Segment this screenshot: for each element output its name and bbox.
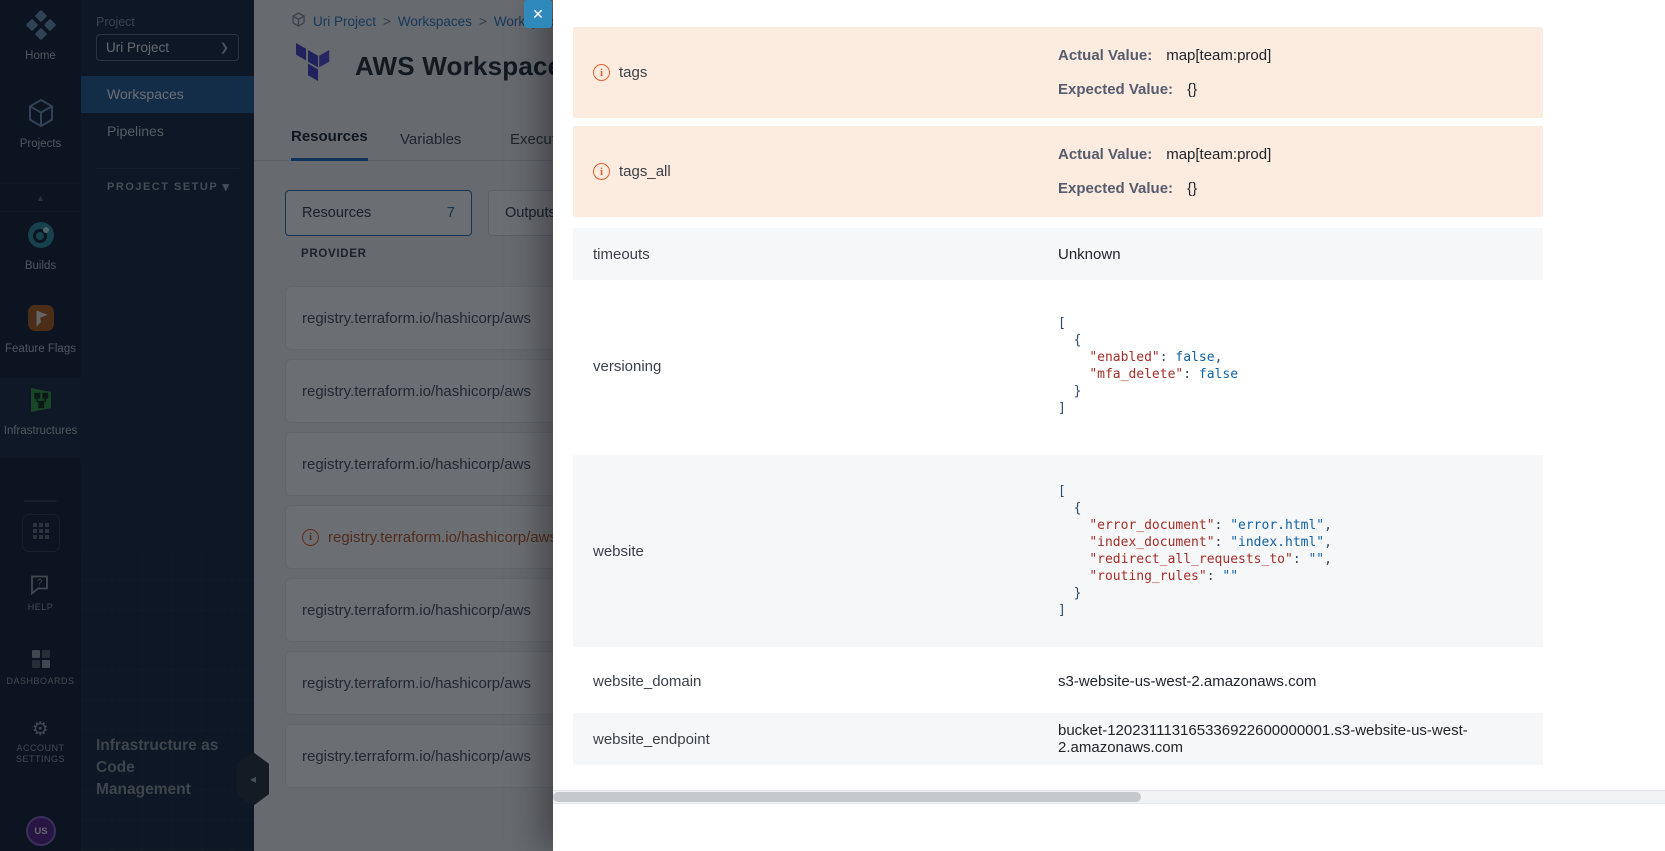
- actual-value-label: Actual Value:: [1058, 47, 1152, 64]
- drift-warning-icon: i: [593, 163, 610, 180]
- drawer-close-button[interactable]: ✕: [524, 0, 552, 28]
- attribute-json-value: [ { "error_document": "error.html", "ind…: [1058, 483, 1332, 619]
- attribute-name: versioning: [593, 358, 661, 375]
- attribute-value: s3-website-us-west-2.amazonaws.com: [1058, 673, 1316, 690]
- attribute-value: bucket-120231113165336922600000001.s3-we…: [1058, 722, 1543, 756]
- app-window: Home Projects ▲ Builds: [0, 0, 1665, 851]
- horizontal-scrollbar: [553, 790, 1665, 804]
- attribute-name: timeouts: [593, 246, 650, 263]
- attribute-name: website: [593, 543, 644, 560]
- attribute-row-website-endpoint: website_endpoint bucket-1202311131653369…: [573, 713, 1543, 765]
- attribute-row-tags: i tags Actual Value: map[team:prod] Expec…: [573, 27, 1543, 118]
- attribute-row-timeouts: timeouts Unknown: [573, 228, 1543, 280]
- attribute-row-website-domain: website_domain s3-website-us-west-2.amaz…: [573, 655, 1543, 707]
- actual-value: map[team:prod]: [1166, 146, 1271, 163]
- expected-value: {}: [1187, 81, 1197, 98]
- expected-value-label: Expected Value:: [1058, 81, 1173, 98]
- attribute-name: tags_all: [619, 163, 671, 180]
- drift-values: Actual Value: map[team:prod] Expected Val…: [1058, 145, 1271, 198]
- drift-warning-icon: i: [593, 64, 610, 81]
- attribute-row-versioning: versioning [ { "enabled": false, "mfa_de…: [573, 280, 1543, 452]
- modal-backdrop[interactable]: [0, 0, 553, 851]
- attributes-drawer: i tags Actual Value: map[team:prod] Expec…: [553, 0, 1665, 851]
- attribute-json-value: [ { "enabled": false, "mfa_delete": fals…: [1058, 315, 1238, 417]
- expected-value: {}: [1187, 180, 1197, 197]
- attribute-row-tags-all: i tags_all Actual Value: map[team:prod] E…: [573, 126, 1543, 217]
- expected-value-label: Expected Value:: [1058, 180, 1173, 197]
- attribute-name: tags: [619, 64, 647, 81]
- actual-value-label: Actual Value:: [1058, 146, 1152, 163]
- attribute-value: Unknown: [1058, 246, 1121, 263]
- attribute-name: website_endpoint: [593, 731, 710, 748]
- actual-value: map[team:prod]: [1166, 47, 1271, 64]
- attribute-name: website_domain: [593, 673, 701, 690]
- drift-values: Actual Value: map[team:prod] Expected Val…: [1058, 46, 1271, 99]
- attribute-row-website: website [ { "error_document": "error.htm…: [573, 455, 1543, 647]
- horizontal-scrollbar-thumb[interactable]: [553, 792, 1141, 802]
